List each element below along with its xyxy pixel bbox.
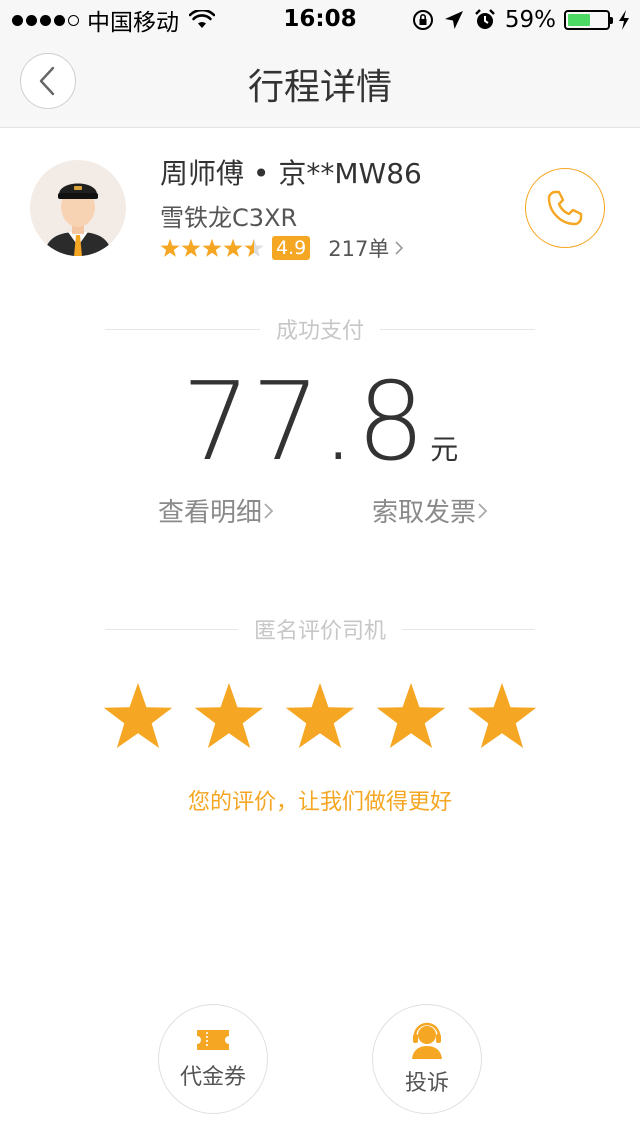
license-plate: 京**MW86	[278, 157, 422, 190]
rating-star-icon	[223, 238, 243, 257]
amount-value: 77.8	[181, 360, 427, 485]
review-star-3-icon[interactable]	[284, 680, 356, 752]
driver-star-rating	[160, 238, 264, 258]
view-details-link[interactable]: 查看明细	[158, 492, 274, 529]
amount-unit: 元	[430, 433, 459, 466]
call-driver-button[interactable]	[525, 168, 605, 248]
complaint-button[interactable]: 投诉	[372, 1004, 482, 1114]
nav-bar: 行程详情	[0, 40, 640, 128]
rating-star-icon	[202, 238, 222, 257]
driver-name-line: 周师傅 • 京**MW86	[160, 152, 422, 192]
charging-icon	[619, 10, 629, 30]
review-star-4-icon[interactable]	[375, 680, 447, 752]
rating-star-icon	[160, 238, 180, 257]
review-star-5-icon[interactable]	[466, 680, 538, 752]
status-bar: 中国移动 16:08 59%	[0, 0, 640, 40]
name-separator: •	[252, 157, 270, 190]
page-title: 行程详情	[247, 67, 392, 108]
battery-level-fill	[568, 14, 590, 26]
coupon-button[interactable]: 代金券	[158, 1004, 268, 1114]
chevron-right-icon	[478, 502, 488, 519]
driver-avatar	[30, 160, 126, 256]
status-left: 中国移动	[12, 6, 215, 36]
driver-name: 周师傅	[160, 157, 245, 190]
coupon-icon	[197, 1030, 229, 1050]
review-prompt: 您的评价，让我们做得更好	[187, 790, 452, 815]
view-details-label: 查看明细	[158, 498, 263, 528]
battery-percent: 59%	[504, 7, 556, 33]
car-model: 雪铁龙C3XR	[160, 204, 298, 232]
request-invoice-link[interactable]: 索取发票	[372, 492, 488, 529]
signal-dots-icon	[12, 14, 79, 26]
review-star-1-icon[interactable]	[102, 680, 174, 752]
location-arrow-icon	[444, 11, 463, 29]
rating-star-icon	[244, 238, 264, 257]
review-star-selector	[102, 680, 538, 752]
payment-status: 成功支付	[276, 319, 365, 344]
chevron-right-icon	[264, 502, 274, 519]
back-button[interactable]	[20, 53, 76, 109]
customer-service-icon	[412, 1022, 442, 1059]
payment-amount: 77.8 元	[0, 360, 640, 485]
orientation-lock-icon	[412, 10, 433, 30]
driver-rating-row: 4.9 217单	[160, 233, 404, 263]
driver-avatar-illustration	[44, 183, 112, 256]
payment-status-divider: 成功支付	[105, 314, 536, 344]
wifi-icon	[189, 10, 215, 28]
phone-icon	[547, 190, 583, 226]
orders-count: 217单	[328, 237, 390, 261]
chevron-left-icon	[39, 66, 55, 96]
request-invoice-label: 索取发票	[372, 498, 477, 528]
rating-badge: 4.9	[272, 236, 311, 260]
complaint-label: 投诉	[404, 1071, 449, 1096]
chevron-right-icon	[395, 241, 404, 255]
review-heading: 匿名评价司机	[254, 619, 387, 644]
carrier-name: 中国移动	[87, 10, 179, 36]
review-divider: 匿名评价司机	[105, 614, 536, 644]
coupon-label: 代金券	[179, 1065, 246, 1090]
status-right: 59%	[411, 6, 630, 34]
rating-star-icon	[181, 238, 201, 257]
review-star-2-icon[interactable]	[193, 680, 265, 752]
alarm-icon	[475, 9, 495, 29]
orders-link[interactable]: 217单	[328, 233, 404, 263]
battery-icon	[564, 10, 613, 30]
